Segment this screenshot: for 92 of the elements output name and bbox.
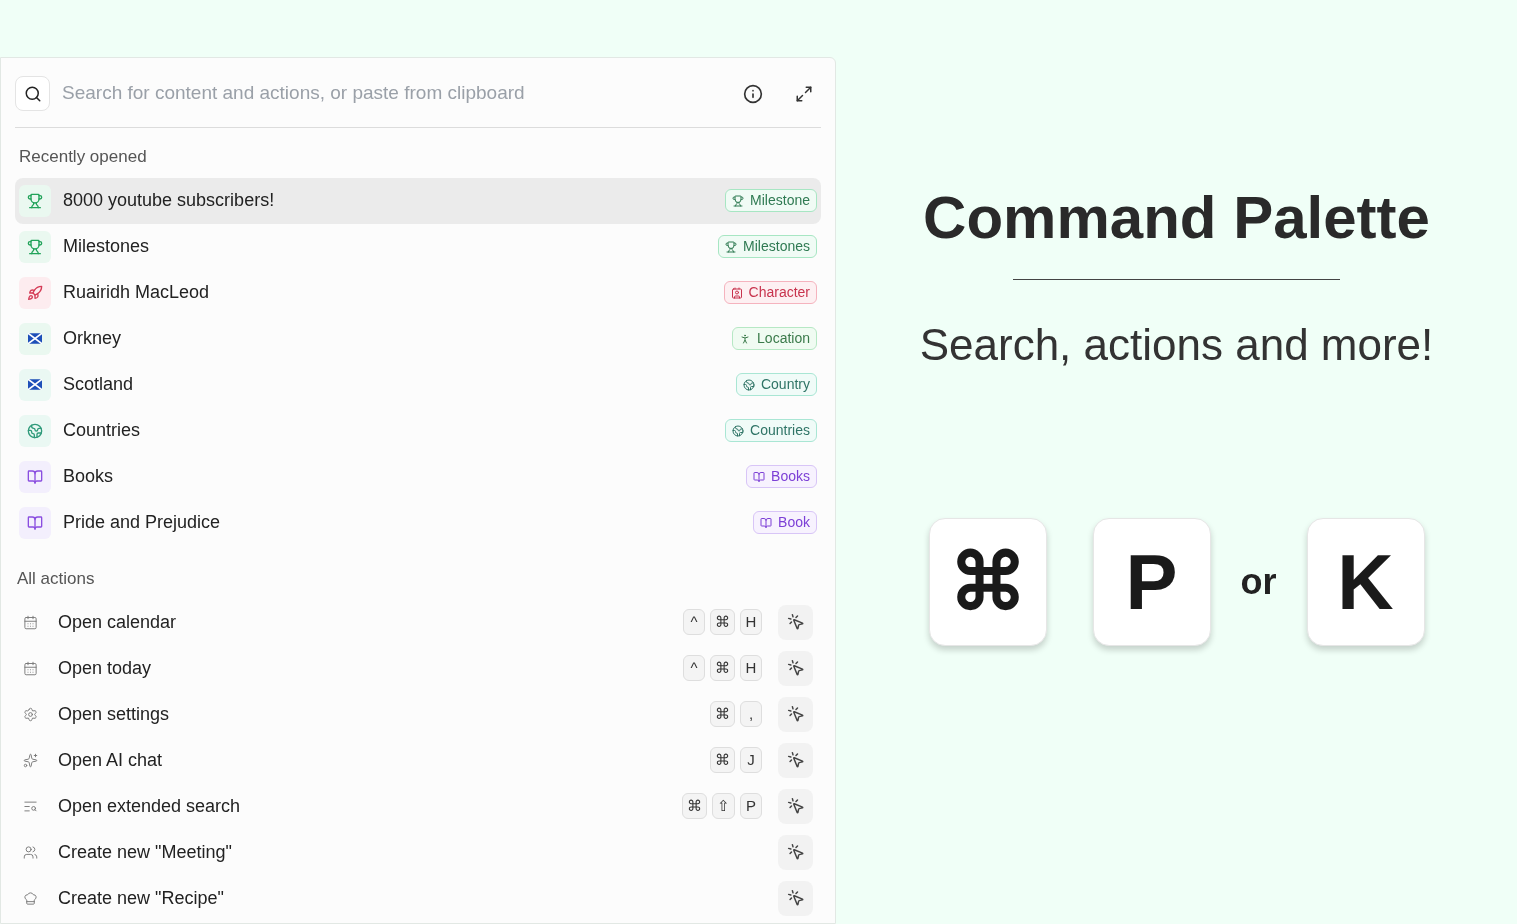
- trophy-icon: [732, 194, 745, 207]
- promo-title: Command Palette: [923, 183, 1430, 253]
- type-tag: Books: [746, 465, 817, 488]
- cursor-click-icon: [786, 889, 805, 907]
- item-label: Scotland: [63, 373, 134, 396]
- section-heading: All actions: [16, 567, 96, 590]
- recent-item[interactable]: Milestones Milestones: [15, 223, 821, 270]
- trophy-icon: [725, 240, 738, 253]
- item-label: Milestones: [63, 235, 150, 258]
- recent-item[interactable]: Scotland Country: [15, 361, 821, 408]
- promo-subtitle: Search, actions and more!: [919, 319, 1434, 371]
- shortcut-key: ,: [740, 701, 762, 727]
- type-tag: Milestones: [718, 235, 817, 258]
- action-label[interactable]: Open AI chat: [58, 746, 163, 774]
- action-label[interactable]: Open extended search: [58, 792, 241, 820]
- contact-icon: [730, 286, 743, 299]
- shortcut-key: ⌘: [682, 793, 707, 819]
- book-icon: [753, 470, 766, 483]
- book-icon: [19, 506, 51, 539]
- sparkles-icon: [23, 752, 38, 768]
- run-action-button[interactable]: [778, 834, 813, 870]
- action-label[interactable]: Open calendar: [58, 608, 177, 636]
- run-action-button[interactable]: [778, 788, 813, 824]
- globe-icon: [732, 424, 745, 437]
- shortcut-key: H: [740, 655, 762, 681]
- or-text: or: [1240, 560, 1277, 604]
- book-icon: [19, 460, 51, 493]
- chef-hat-icon: [23, 890, 38, 906]
- keyboard-key: ⌘: [928, 518, 1047, 646]
- keyboard-key: P: [1092, 518, 1211, 646]
- run-action-button[interactable]: [778, 696, 813, 732]
- calendar-icon: [23, 660, 38, 676]
- cursor-click-icon: [786, 659, 805, 677]
- item-label: Countries: [63, 419, 141, 442]
- recent-item[interactable]: 8000 youtube subscribers! Milestone: [15, 177, 821, 224]
- search-field[interactable]: Search for content and actions, or paste from clipboard: [62, 79, 731, 108]
- globe-icon: [742, 378, 755, 391]
- item-label: Ruairidh MacLeod: [63, 281, 210, 304]
- shortcut-key: ⌘: [710, 609, 735, 635]
- shortcut-key: H: [740, 609, 762, 635]
- type-tag: Milestone: [725, 189, 817, 212]
- shortcut-key: ^: [683, 655, 705, 681]
- item-label: Books: [63, 465, 114, 488]
- action-label[interactable]: Create new "Meeting": [58, 838, 232, 866]
- trophy-icon: [19, 184, 51, 217]
- recent-item[interactable]: Pride and Prejudice Book: [15, 499, 821, 546]
- globe-icon: [19, 414, 51, 447]
- shortcut-key: ⌘: [710, 701, 735, 727]
- search-list-icon: [23, 798, 38, 814]
- cursor-click-icon: [786, 613, 805, 631]
- recent-item[interactable]: Countries Countries: [15, 407, 821, 454]
- action-label[interactable]: Create new "Recipe": [58, 884, 224, 912]
- shortcut-key: ⌘: [710, 655, 735, 681]
- cursor-click-icon: [786, 751, 805, 769]
- run-action-button[interactable]: [778, 742, 813, 778]
- expand-icon[interactable]: [795, 84, 813, 103]
- cursor-click-icon: [786, 705, 805, 723]
- action-label[interactable]: Open today: [58, 654, 152, 682]
- flag-icon: [19, 368, 51, 401]
- type-tag: Countries: [725, 419, 817, 442]
- rocket-icon: [19, 276, 51, 309]
- run-action-button[interactable]: [778, 880, 813, 916]
- item-label: 8000 youtube subscribers!: [63, 189, 275, 212]
- flag-icon: [19, 322, 51, 355]
- recent-item[interactable]: Books Books: [15, 453, 821, 500]
- people-icon: [23, 844, 38, 860]
- section-heading: Recently opened: [18, 146, 148, 168]
- shortcut-key: ⇧: [712, 793, 735, 819]
- settings-icon: [23, 706, 38, 722]
- type-tag: Book: [753, 511, 817, 534]
- cursor-click-icon: [786, 843, 805, 861]
- run-action-button[interactable]: [778, 650, 813, 686]
- keyboard-key: K: [1306, 518, 1425, 646]
- type-tag: Character: [723, 281, 817, 304]
- shortcut-key: P: [740, 793, 762, 819]
- type-tag: Country: [735, 373, 817, 396]
- item-label: Orkney: [63, 327, 122, 350]
- type-tag: Location: [732, 327, 817, 350]
- shortcut-key: ⌘: [710, 747, 735, 773]
- action-label[interactable]: Open settings: [58, 700, 170, 728]
- shortcut-key: ^: [683, 609, 705, 635]
- info-icon[interactable]: [743, 83, 763, 104]
- run-action-button[interactable]: [778, 604, 813, 640]
- recent-item[interactable]: Ruairidh MacLeod Character: [15, 269, 821, 316]
- cursor-click-icon: [786, 797, 805, 815]
- item-label: Pride and Prejudice: [63, 511, 221, 534]
- calendar-icon: [23, 614, 38, 630]
- search-icon: [15, 76, 50, 111]
- recent-item[interactable]: Orkney Location: [15, 315, 821, 362]
- trophy-icon: [19, 230, 51, 263]
- book-icon: [760, 516, 773, 529]
- shortcut-key: J: [740, 747, 762, 773]
